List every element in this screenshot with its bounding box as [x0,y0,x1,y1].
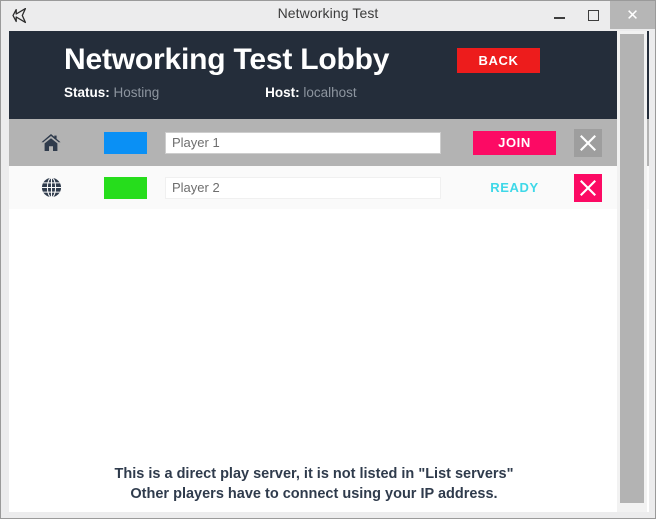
window-controls: ✕ [542,1,655,29]
game-viewport: Networking Test Lobby BACK Status: Hosti… [9,31,649,512]
server-notice: This is a direct play server, it is not … [9,464,619,504]
player-color-swatch[interactable] [104,131,147,154]
close-icon [580,134,596,151]
player-name-input[interactable] [165,176,441,199]
status-label: Status: [64,85,110,100]
app-window: Networking Test ✕ Networking Test Lobby … [0,0,656,519]
player-color-swatch[interactable] [104,176,147,199]
server-notice-line-2: Other players have to connect using your… [130,486,498,502]
player-row[interactable]: READY [9,166,649,209]
minimize-button[interactable] [542,1,576,29]
host-label: Host: [265,85,300,100]
close-button[interactable]: ✕ [610,1,655,29]
back-button[interactable]: BACK [457,48,540,73]
status-info: Status: Hosting [64,85,159,100]
remove-player-button[interactable] [574,173,602,202]
title-bar: Networking Test ✕ [1,1,655,29]
remove-player-button[interactable] [574,128,602,157]
server-notice-line-1: This is a direct play server, it is not … [114,466,514,482]
home-icon [37,129,65,157]
maximize-button[interactable] [576,1,610,29]
ready-status-badge: READY [490,180,539,195]
host-value: localhost [303,85,357,100]
lobby-info-row: Status: Hosting Host: localhost [64,85,357,100]
lobby-header: Networking Test Lobby BACK Status: Hosti… [9,31,649,119]
player-list: JOIN [9,119,649,512]
maximize-icon [587,9,599,21]
globe-icon [37,174,65,202]
join-button[interactable]: JOIN [473,130,556,155]
lobby-title: Networking Test Lobby [64,43,390,76]
status-value: Hosting [113,85,160,100]
player-name-input[interactable] [165,131,441,154]
minimize-icon [553,17,565,19]
player-row[interactable]: JOIN [9,119,649,166]
close-icon [580,179,596,196]
host-info: Host: localhost [265,85,357,100]
scrollbar-track[interactable] [617,31,647,512]
scrollbar-thumb[interactable] [620,34,644,503]
